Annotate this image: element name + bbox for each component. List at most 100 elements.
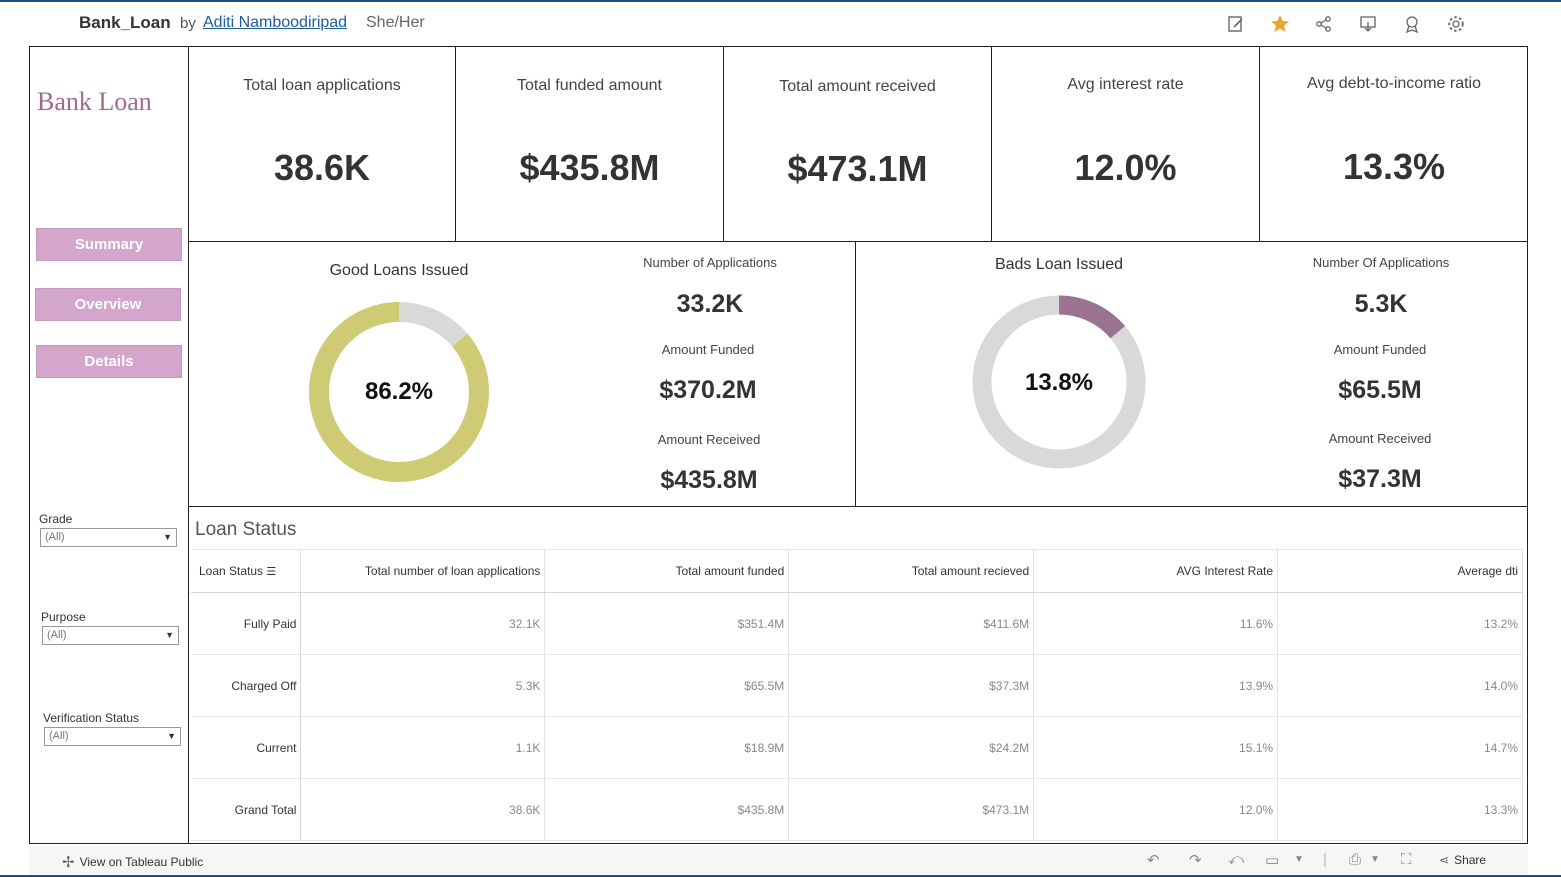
- share-network-icon[interactable]: [1314, 14, 1334, 34]
- kpi-label: Total amount received: [779, 78, 936, 95]
- purpose-filter-select[interactable]: (All) ▼: [42, 626, 179, 645]
- table-cell: 13.9%: [1033, 654, 1279, 717]
- kpi-label: Total loan applications: [243, 77, 401, 94]
- tableau-logo-icon: ✢: [62, 854, 75, 871]
- good-funded-value: $370.2M: [659, 376, 757, 404]
- table-cell: 12.0%: [1033, 778, 1279, 841]
- nav-summary-button[interactable]: Summary: [36, 228, 182, 261]
- purpose-filter-value: (All): [47, 629, 67, 641]
- dropdown-arrow-icon: ▼: [163, 532, 172, 542]
- grade-filter-label: Grade: [39, 512, 73, 526]
- refresh-dropdown-icon[interactable]: ▼: [1294, 854, 1304, 865]
- header-bar: Bank_Loan by Aditi Namboodiripad She/Her: [0, 2, 1561, 44]
- kpi-value: 13.3%: [1342, 146, 1446, 187]
- column-header-interest[interactable]: AVG Interest Rate: [1033, 549, 1279, 593]
- grade-filter-select[interactable]: (All) ▼: [40, 528, 177, 547]
- column-header-received[interactable]: Total amount recieved: [788, 549, 1035, 593]
- column-header-dti[interactable]: Average dti: [1277, 549, 1523, 593]
- loan-status-section: Loan Status Loan Status ☰ Total number o…: [189, 507, 1527, 843]
- table-cell: 14.0%: [1277, 654, 1523, 717]
- nav-overview-button[interactable]: Overview: [35, 288, 181, 321]
- author-pronouns: She/Her: [366, 14, 425, 31]
- refresh-icon[interactable]: ▭: [1265, 851, 1279, 869]
- table-cell: $24.2M: [788, 716, 1035, 779]
- sidebar: Bank Loan Summary Overview Details Grade…: [30, 47, 189, 843]
- dropdown-arrow-icon: ▼: [165, 630, 174, 640]
- table-cell: 32.1K: [300, 592, 546, 655]
- table-cell: $411.6M: [788, 592, 1035, 655]
- kpi-label: Avg debt-to-income ratio: [1306, 75, 1481, 92]
- table-cell: 15.1%: [1033, 716, 1279, 779]
- row-label: Charged Off: [191, 654, 302, 717]
- purpose-filter-label: Purpose: [41, 610, 86, 624]
- table-cell: 38.6K: [300, 778, 546, 841]
- revert-icon[interactable]: ⤺: [1228, 851, 1244, 868]
- row-label: Grand Total: [191, 778, 302, 841]
- bad-loans-donut: 13.8%: [972, 295, 1146, 469]
- kpi-value: $435.8M: [519, 147, 660, 188]
- kpi-value: 38.6K: [273, 147, 371, 188]
- good-apps-label: Number of Applications: [643, 255, 777, 270]
- verification-filter-select[interactable]: (All) ▼: [44, 727, 181, 746]
- workbook-title: Bank_Loan: [79, 13, 171, 32]
- kpi-avg-dti: Avg debt-to-income ratio 13.3%: [1260, 47, 1528, 242]
- edit-icon[interactable]: [1226, 14, 1246, 34]
- author-link[interactable]: Aditi Namboodiripad: [203, 14, 347, 32]
- table-row: Current 1.1K $18.9M $24.2M 15.1% 14.7%: [191, 716, 1523, 779]
- good-loans-title: Good Loans Issued: [329, 262, 469, 279]
- redo-icon[interactable]: ↷: [1189, 851, 1202, 869]
- table-cell: 1.1K: [300, 716, 546, 779]
- table-cell: $18.9M: [544, 716, 790, 779]
- row-label: Current: [191, 716, 302, 779]
- share-label: Share: [1454, 853, 1487, 867]
- undo-icon[interactable]: ↶: [1147, 851, 1160, 869]
- column-header-loan-status[interactable]: Loan Status ☰: [191, 549, 302, 593]
- table-header-row: Loan Status ☰ Total number of loan appli…: [191, 549, 1523, 593]
- loan-status-table: Loan Status ☰ Total number of loan appli…: [191, 549, 1523, 841]
- download-dropdown-icon[interactable]: ▼: [1370, 854, 1380, 865]
- row-label: Fully Paid: [191, 592, 302, 655]
- share-button[interactable]: ⋖ Share: [1439, 853, 1486, 867]
- share-icon: ⋖: [1439, 853, 1450, 867]
- download-icon[interactable]: [1358, 14, 1378, 34]
- dashboard-frame: Bank Loan Summary Overview Details Grade…: [29, 46, 1528, 844]
- loan-status-title: Loan Status: [195, 519, 297, 540]
- bad-loans-percent: 13.8%: [1024, 369, 1094, 396]
- kpi-value: 12.0%: [1074, 147, 1177, 188]
- dropdown-arrow-icon: ▼: [167, 731, 176, 741]
- favorite-star-icon[interactable]: [1270, 14, 1290, 34]
- verification-filter-label: Verification Status: [43, 711, 140, 725]
- bad-funded-value: $65.5M: [1338, 376, 1422, 404]
- grade-filter-value: (All): [45, 531, 65, 543]
- good-loans-donut: 86.2%: [309, 302, 489, 482]
- table-cell: $65.5M: [544, 654, 790, 717]
- settings-gear-icon[interactable]: [1446, 14, 1466, 34]
- table-cell: 5.3K: [300, 654, 546, 717]
- badge-icon[interactable]: [1402, 14, 1422, 34]
- column-label: Loan Status: [199, 564, 264, 578]
- kpi-total-received: Total amount received $473.1M: [724, 47, 992, 242]
- bad-apps-value: 5.3K: [1354, 290, 1408, 318]
- bad-received-label: Amount Received: [1328, 431, 1432, 446]
- table-cell: 11.6%: [1033, 592, 1279, 655]
- column-header-funded[interactable]: Total amount funded: [544, 549, 790, 593]
- nav-details-button[interactable]: Details: [36, 345, 182, 378]
- table-cell: 14.7%: [1277, 716, 1523, 779]
- table-cell: $473.1M: [788, 778, 1035, 841]
- sort-icon[interactable]: ☰: [266, 566, 276, 578]
- kpi-value: $473.1M: [787, 148, 928, 189]
- good-received-label: Amount Received: [657, 432, 761, 447]
- fullscreen-icon[interactable]: ⛶: [1401, 851, 1412, 868]
- kpi-total-funded: Total funded amount $435.8M: [456, 47, 724, 242]
- table-row: Fully Paid 32.1K $351.4M $411.6M 11.6% 1…: [191, 592, 1523, 655]
- bad-apps-label: Number Of Applications: [1312, 255, 1450, 270]
- download-icon[interactable]: ⎙: [1349, 851, 1361, 868]
- table-cell: 13.3%: [1277, 778, 1523, 841]
- toolbar-divider: |: [1323, 851, 1327, 868]
- good-received-value: $435.8M: [660, 466, 758, 494]
- column-header-applications[interactable]: Total number of loan applications: [300, 549, 546, 593]
- table-row-grand-total: Grand Total 38.6K $435.8M $473.1M 12.0% …: [191, 778, 1523, 841]
- table-cell: $435.8M: [544, 778, 790, 841]
- view-on-tableau-public-link[interactable]: ✢ View on Tableau Public: [62, 853, 203, 871]
- table-cell: 13.2%: [1277, 592, 1523, 655]
